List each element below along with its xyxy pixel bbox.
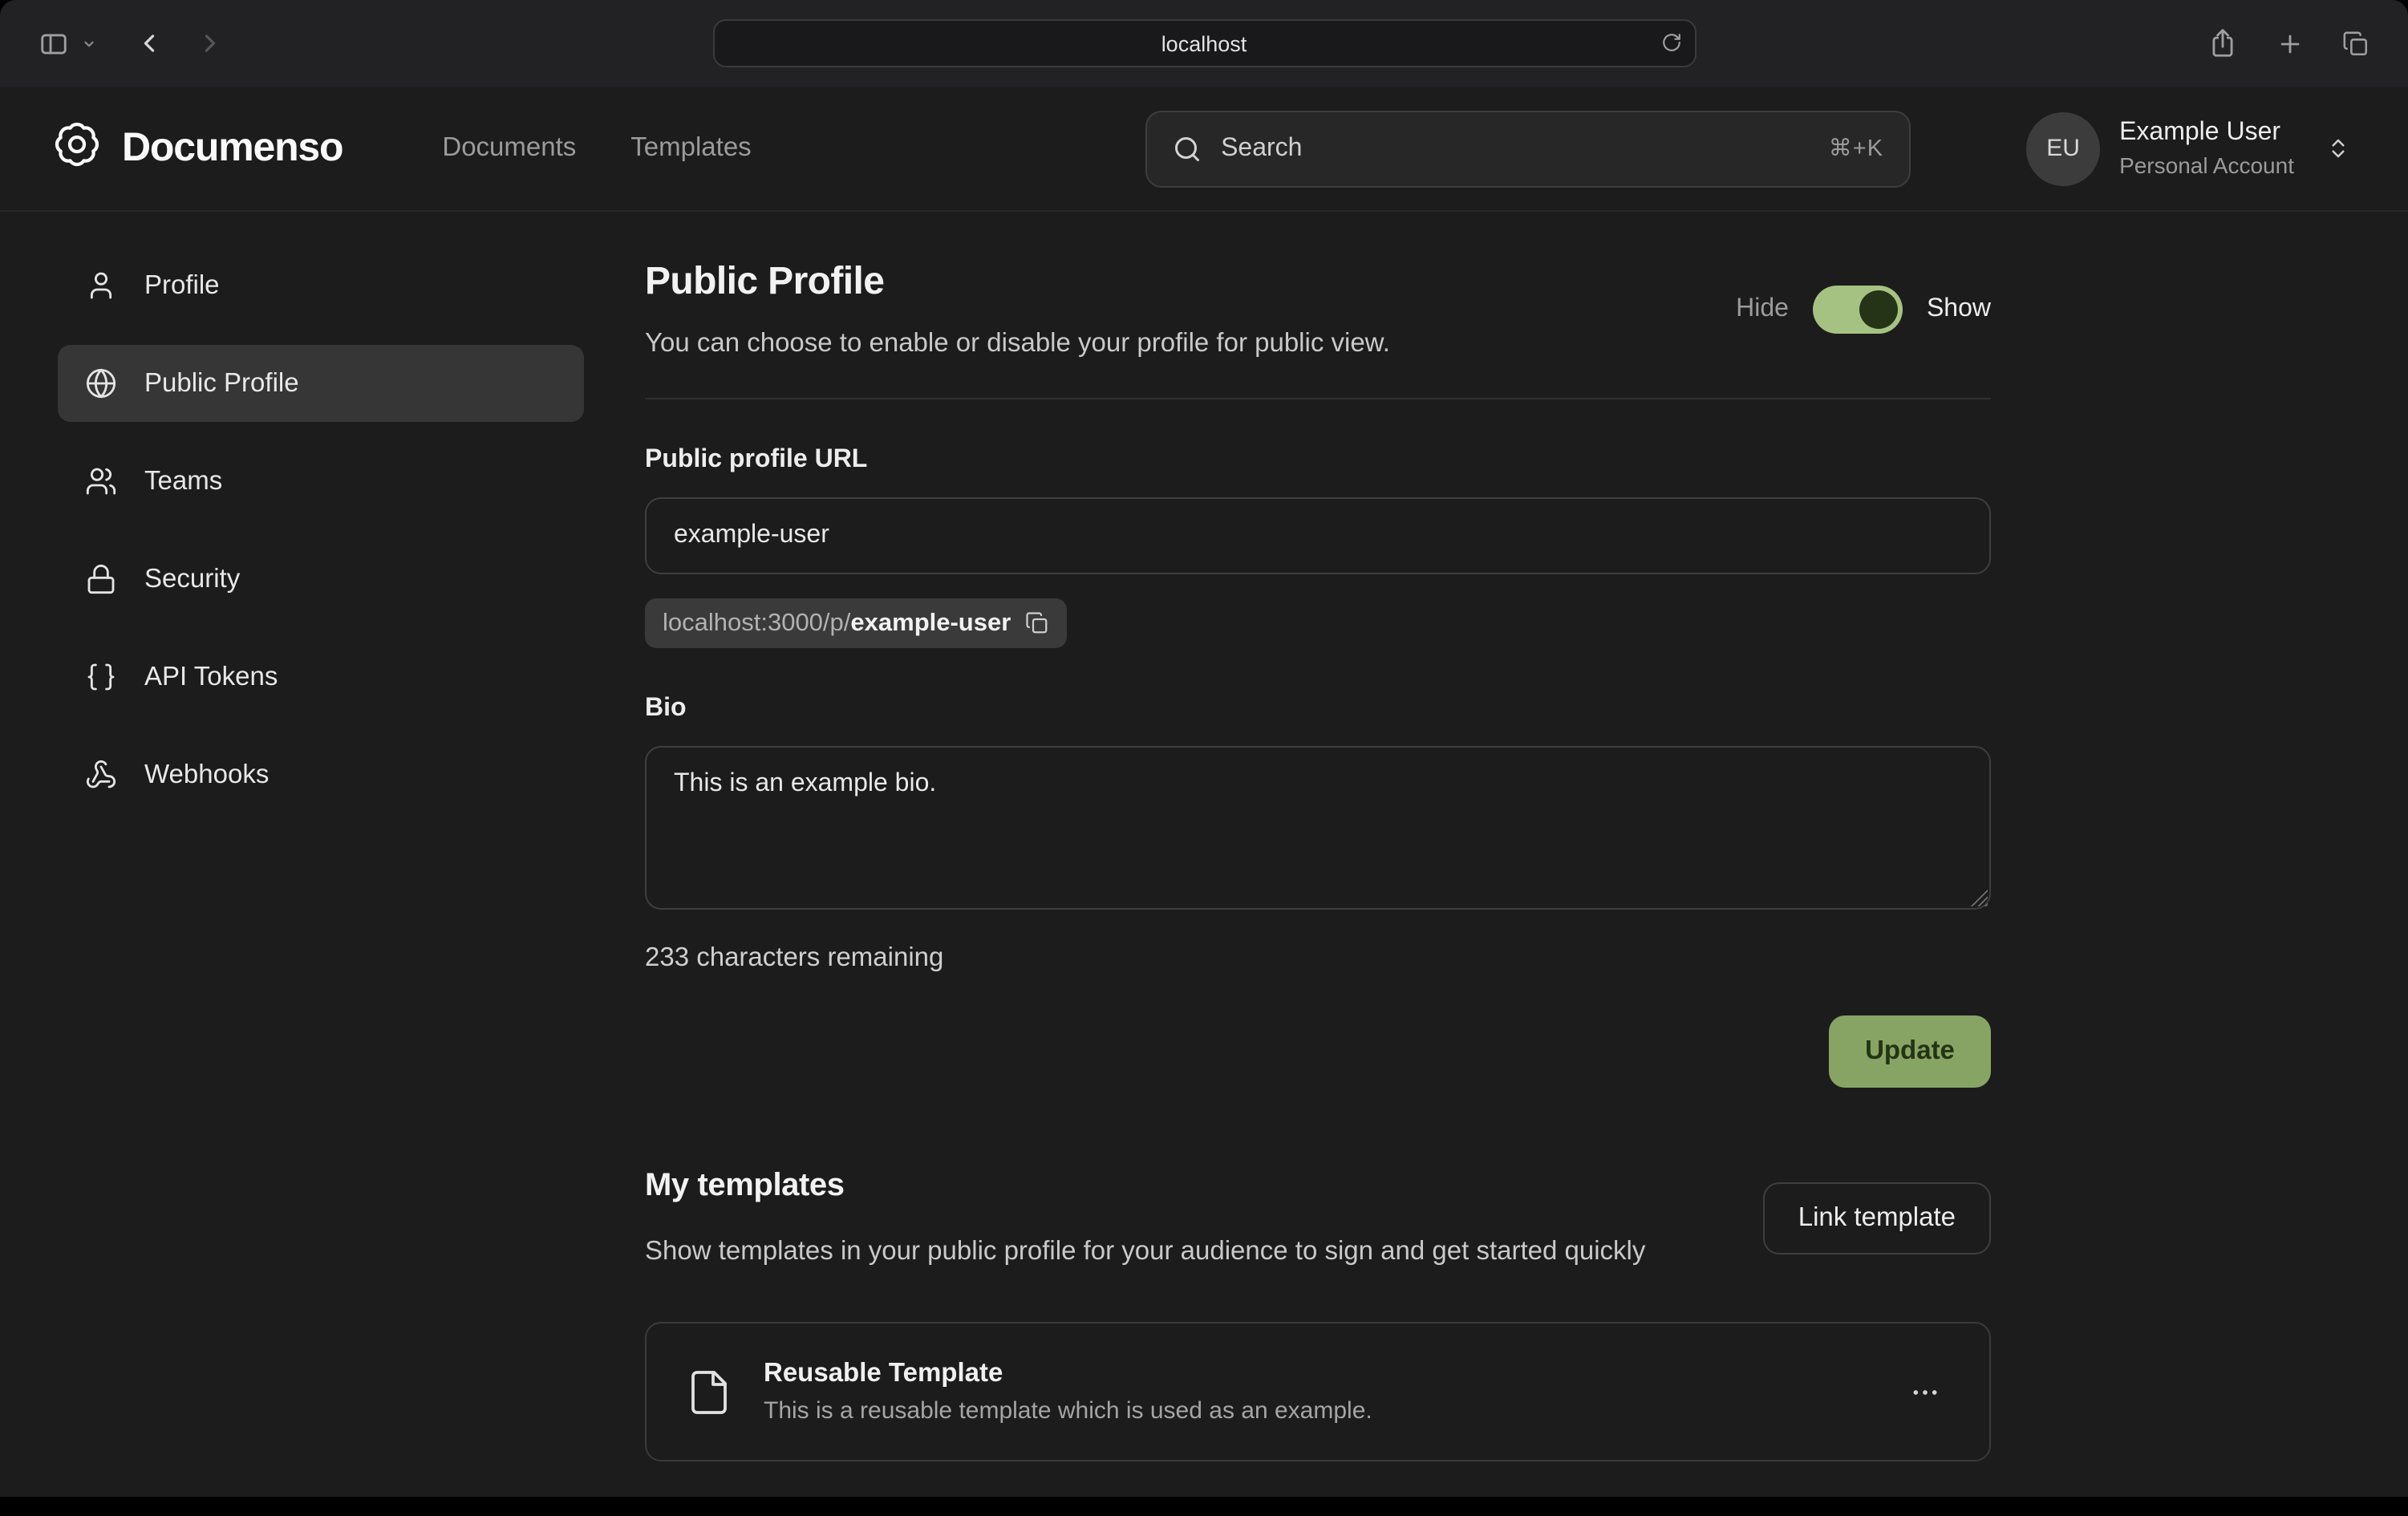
toggle-show-label: Show [1927, 295, 1991, 324]
sidebar-item-security[interactable]: Security [58, 541, 584, 618]
template-description: This is a reusable template which is use… [764, 1397, 1372, 1425]
primary-nav: Documents Templates [442, 133, 751, 164]
sidebar-item-label: Teams [144, 466, 222, 497]
page-subtitle: You can choose to enable or disable your… [645, 329, 1390, 359]
settings-layout: Profile Public Profile Teams Security [0, 212, 2408, 1497]
toolbar-right-group [2201, 22, 2376, 65]
toolbar-left-group [32, 22, 231, 65]
settings-content: Public Profile You can choose to enable … [645, 247, 1991, 1461]
page-head-text: Public Profile You can choose to enable … [645, 260, 1390, 359]
sidebar-item-label: Public Profile [144, 368, 299, 399]
bio-textarea[interactable]: This is an example bio. [645, 746, 1991, 910]
my-templates-title: My templates [645, 1168, 1645, 1205]
more-options-button[interactable] [1899, 1366, 1951, 1417]
visibility-toggle-row: Hide Show [1736, 286, 1991, 334]
app-header: Documenso Documents Templates ⌘+K EU [0, 87, 2408, 212]
address-bar[interactable]: localhost [712, 19, 1696, 67]
back-button[interactable] [128, 22, 170, 64]
lock-icon [85, 563, 117, 595]
profile-visibility-toggle[interactable] [1813, 286, 1903, 334]
reload-button[interactable] [1654, 26, 1688, 59]
avatar: EU [2026, 111, 2100, 185]
new-tab-button[interactable] [2270, 23, 2310, 63]
sidebar-item-api-tokens[interactable]: API Tokens [58, 638, 584, 715]
brand-home-link[interactable]: Documenso [53, 120, 343, 176]
profile-url-preview: localhost:3000/p/example-user [645, 598, 1067, 648]
sidebar-item-label: API Tokens [144, 662, 278, 692]
page-head: Public Profile You can choose to enable … [645, 260, 1991, 359]
url-slug: example-user [850, 609, 1011, 638]
users-icon [85, 465, 117, 497]
nav-documents[interactable]: Documents [442, 133, 576, 164]
share-button[interactable] [2201, 22, 2244, 65]
bio-label: Bio [645, 695, 1991, 724]
search-bar[interactable]: ⌘+K [1145, 110, 1911, 187]
user-account-type: Personal Account [2119, 152, 2294, 178]
forward-button[interactable] [189, 22, 231, 64]
form-actions: Update [645, 1015, 1991, 1088]
search-input[interactable] [1221, 134, 1810, 163]
update-button[interactable]: Update [1829, 1015, 1991, 1088]
characters-remaining: 233 characters remaining [645, 943, 1991, 974]
globe-icon [85, 367, 117, 399]
section-divider [645, 398, 1991, 399]
search-shortcut-hint: ⌘+K [1829, 136, 1883, 161]
chevrons-up-down-icon [2326, 136, 2350, 160]
sidebar-item-profile[interactable]: Profile [58, 247, 584, 324]
ellipsis-icon [1909, 1376, 1941, 1408]
settings-sidebar: Profile Public Profile Teams Security [58, 247, 584, 813]
page-title: Public Profile [645, 260, 1390, 305]
browser-toolbar: localhost [0, 0, 2408, 87]
sidebar-item-public-profile[interactable]: Public Profile [58, 345, 584, 422]
sidebar-item-webhooks[interactable]: Webhooks [58, 736, 584, 813]
toggle-knob [1859, 290, 1898, 329]
macos-window: localhost [0, 0, 2408, 1516]
user-name: Example User [2119, 119, 2294, 148]
file-icon [685, 1368, 733, 1416]
my-templates-description: Show templates in your public profile fo… [645, 1230, 1645, 1272]
template-info: Reusable Template This is a reusable tem… [764, 1359, 1372, 1425]
sidebar-item-label: Profile [144, 270, 220, 301]
webhook-icon [85, 759, 117, 791]
url-field-label: Public profile URL [645, 446, 1991, 475]
copy-icon [1025, 611, 1049, 635]
tab-overview-button[interactable] [2336, 23, 2376, 63]
sidebar-item-label: Security [144, 564, 240, 594]
link-template-button[interactable]: Link template [1763, 1182, 1991, 1255]
user-menu[interactable]: EU Example User Personal Account [2026, 111, 2350, 185]
user-info: Example User Personal Account [2119, 119, 2294, 178]
copy-url-button[interactable] [1025, 611, 1049, 635]
my-templates-head: My templates Show templates in your publ… [645, 1168, 1991, 1272]
nav-templates[interactable]: Templates [630, 133, 751, 164]
address-url-text: localhost [1161, 31, 1247, 55]
braces-icon [85, 661, 117, 693]
profile-url-input[interactable] [645, 497, 1991, 574]
brand-name: Documenso [122, 125, 343, 172]
bio-field: This is an example bio. [645, 746, 1991, 910]
documenso-app: Documenso Documents Templates ⌘+K EU [0, 87, 2408, 1497]
search-icon [1173, 134, 1202, 163]
url-prefix: localhost:3000/p/ [663, 609, 850, 638]
sidebar-dropdown-chevron-icon[interactable] [75, 30, 103, 57]
documenso-logo-icon [53, 120, 101, 176]
sidebar-item-label: Webhooks [144, 760, 269, 790]
browser-window: localhost [0, 0, 2408, 1497]
toggle-hide-label: Hide [1736, 295, 1789, 324]
template-card: Reusable Template This is a reusable tem… [645, 1322, 1991, 1461]
my-templates-text: My templates Show templates in your publ… [645, 1168, 1645, 1272]
template-name: Reusable Template [764, 1359, 1372, 1389]
user-icon [85, 270, 117, 302]
sidebar-toggle-button[interactable] [32, 22, 75, 65]
sidebar-item-teams[interactable]: Teams [58, 443, 584, 520]
